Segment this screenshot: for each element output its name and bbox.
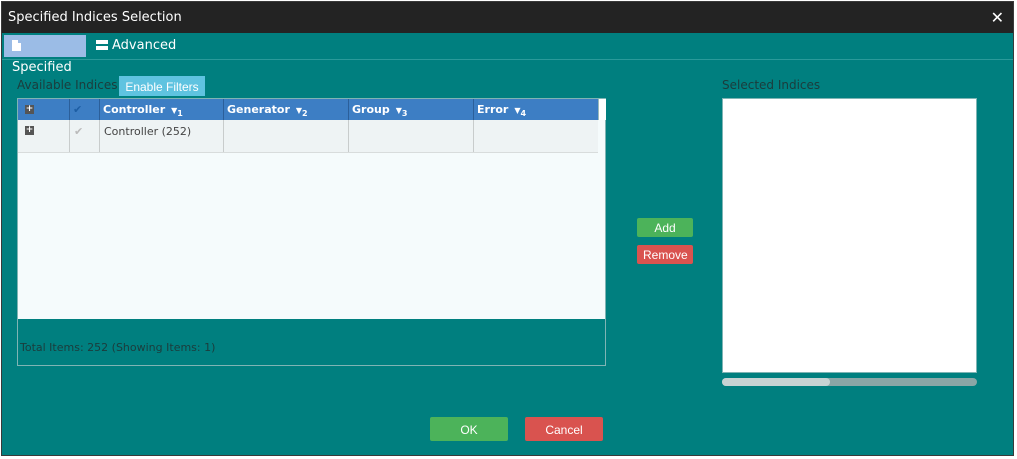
cell-error [473,120,598,152]
group-header-label: Group [352,103,390,116]
column-header-generator[interactable]: Generator ▼2 [223,99,348,120]
total-items-text: Total Items: 252 (Showing Items: 1) [20,341,216,354]
available-indices-label: Available Indices [17,78,118,92]
select-all-header[interactable]: ✔ [69,99,99,120]
server-icon [96,40,108,51]
expand-row-icon[interactable]: + [25,126,34,135]
scrollbar-thumb[interactable] [722,378,830,386]
header-scroll-gutter [598,99,606,120]
selected-indices-label: Selected Indices [722,78,821,92]
dialog-title: Specified Indices Selection [8,10,182,25]
sort-order: 4 [520,109,527,119]
document-icon [12,40,21,51]
tab-bar: Specified Advanced [2,33,1013,75]
enable-filters-button[interactable]: Enable Filters [119,76,205,96]
remove-button[interactable]: Remove [637,245,693,264]
cell-group [348,120,473,152]
select-all-check-icon[interactable]: ✔ [73,103,82,116]
controller-header-label: Controller [103,103,166,116]
indices-selection-dialog: Specified Indices Selection ✕ Specified … [1,1,1014,456]
tab-advanced-label: Advanced [112,38,177,53]
sort-order: 2 [302,109,308,119]
add-button[interactable]: Add [637,218,693,237]
cell-generator [223,120,348,152]
cancel-button[interactable]: Cancel [525,417,603,441]
grid-header: + ✔ Controller ▼1 Generator ▼2 Group ▼3 Err… [18,99,598,120]
expand-all-header[interactable]: + [18,99,69,120]
column-header-group[interactable]: Group ▼3 [348,99,473,120]
title-bar: Specified Indices Selection ✕ [2,2,1013,33]
sort-order: 1 [177,109,183,119]
tab-specified[interactable]: Specified [4,35,86,75]
table-row[interactable]: + ✔ Controller (252) [18,120,598,153]
column-header-error[interactable]: Error ▼4 [473,99,598,120]
available-indices-grid: + ✔ Controller ▼1 Generator ▼2 Group ▼3 Err… [17,98,606,366]
close-icon[interactable]: ✕ [991,8,1004,27]
error-header-label: Error [477,103,509,116]
cell-controller: Controller (252) [99,120,223,152]
selected-indices-list[interactable] [722,98,977,373]
expand-all-icon[interactable]: + [25,105,34,114]
tab-specified-label: Specified [12,60,72,75]
tab-advanced[interactable]: Advanced [88,35,184,57]
generator-header-label: Generator [227,103,290,116]
row-check-icon[interactable]: ✔ [74,125,83,138]
column-header-controller[interactable]: Controller ▼1 [99,99,223,120]
sort-order: 3 [401,109,408,119]
ok-button[interactable]: OK [430,417,508,441]
